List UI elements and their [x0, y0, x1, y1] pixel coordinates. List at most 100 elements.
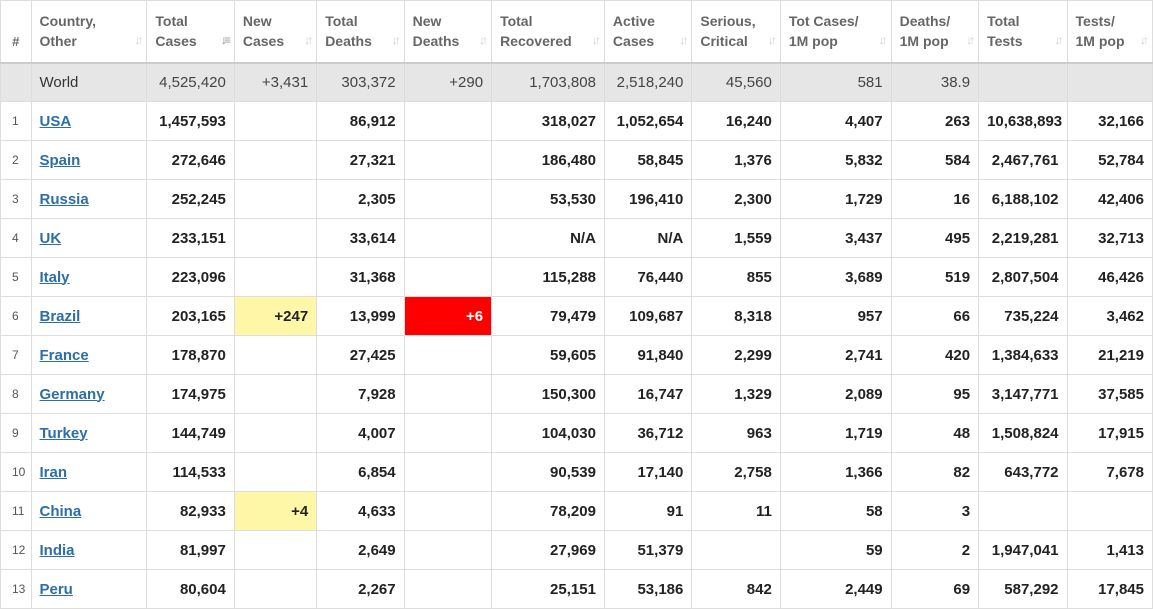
row-index: 10 — [0, 452, 32, 492]
cases-per-million-cell: 59 — [779, 530, 892, 570]
country-link[interactable]: India — [40, 542, 75, 559]
active-cases-cell: 58,845 — [603, 140, 693, 180]
deaths-per-million-cell: 263 — [890, 101, 980, 141]
country-cell: Turkey — [30, 413, 148, 453]
total-cases-cell: 223,096 — [146, 257, 235, 297]
table-row: 2 Spain 272,646 27,321 186,480 58,845 1,376 5,8… — [0, 140, 1153, 180]
total-cases-cell: 81,997 — [146, 530, 235, 570]
table-row: 5 Italy 223,096 31,368 115,288 76,440 855 3,689… — [0, 257, 1153, 297]
total-tests-cell — [978, 62, 1068, 102]
header-label-line1: Total — [500, 13, 533, 30]
tests-per-million-cell: 17,845 — [1066, 569, 1153, 609]
total-tests-cell: 2,219,281 — [978, 218, 1068, 258]
new-deaths-cell — [403, 374, 493, 414]
deaths-per-million-cell: 48 — [890, 413, 980, 453]
table-row: 7 France 178,870 27,425 59,605 91,840 2,299 2,7… — [0, 335, 1153, 375]
header-tests-per-million[interactable]: Tests/1M pop ↓↑ — [1066, 0, 1153, 64]
serious-critical-cell: 1,559 — [691, 218, 781, 258]
header-new-deaths[interactable]: New Deaths ↓↑ — [403, 0, 493, 64]
serious-critical-cell: 1,329 — [691, 374, 781, 414]
header-total-deaths[interactable]: Total Deaths ↓↑ — [316, 0, 405, 64]
country-link[interactable]: Russia — [40, 191, 89, 208]
sort-arrows-icon[interactable]: ↓↑ — [479, 30, 488, 50]
header-cases-per-million[interactable]: Tot Cases/1M pop ↓↑ — [779, 0, 892, 64]
header-country[interactable]: Country, Other ↓↑ — [30, 0, 148, 64]
table-row: 9 Turkey 144,749 4,007 104,030 36,712 963 1,719… — [0, 413, 1153, 453]
total-recovered-cell: 79,479 — [491, 296, 605, 336]
total-recovered-cell: 186,480 — [491, 140, 605, 180]
header-deaths-per-million[interactable]: Deaths/1M pop ↓↑ — [890, 0, 980, 64]
serious-critical-cell: 2,758 — [691, 452, 781, 492]
new-cases-cell — [233, 335, 318, 375]
active-cases-cell: 36,712 — [603, 413, 693, 453]
country-link[interactable]: Spain — [40, 152, 81, 169]
sort-arrows-icon[interactable]: ↓↑ — [1055, 30, 1064, 50]
total-deaths-cell: 27,425 — [316, 335, 405, 375]
total-recovered-cell: 115,288 — [491, 257, 605, 297]
sort-arrows-icon[interactable]: ↓↑ — [879, 30, 888, 50]
country-link[interactable]: China — [40, 503, 82, 520]
tests-per-million-cell: 32,713 — [1066, 218, 1153, 258]
deaths-per-million-cell: 420 — [890, 335, 980, 375]
sort-arrows-icon[interactable]: ↓↑ — [1140, 30, 1149, 50]
row-index: 1 — [0, 101, 32, 141]
total-tests-cell: 6,188,102 — [978, 179, 1068, 219]
cases-per-million-cell: 581 — [779, 62, 892, 102]
table-row: 4 UK 233,151 33,614 N/A N/A 1,559 3,437 495 2,219… — [0, 218, 1153, 258]
total-tests-cell: 2,807,504 — [978, 257, 1068, 297]
sort-arrows-icon[interactable]: ↓↑ — [392, 30, 401, 50]
sort-arrows-icon[interactable]: ↓↑ — [592, 30, 601, 50]
header-label-line2: Other — [39, 33, 77, 50]
sort-arrows-icon[interactable]: ↓↑ — [134, 30, 143, 50]
new-deaths-cell: +290 — [403, 62, 493, 102]
serious-critical-cell: 2,300 — [691, 179, 781, 219]
header-label-line1: Total — [155, 13, 188, 30]
cases-per-million-cell: 2,089 — [779, 374, 892, 414]
tests-per-million-cell: 37,585 — [1066, 374, 1153, 414]
tests-per-million-cell: 42,406 — [1066, 179, 1153, 219]
header-label-line2: Cases — [242, 33, 285, 50]
country-link[interactable]: Peru — [40, 581, 73, 598]
country-link[interactable]: Brazil — [40, 308, 81, 325]
cases-per-million-cell: 957 — [779, 296, 892, 336]
row-index: 8 — [0, 374, 32, 414]
total-deaths-cell: 27,321 — [316, 140, 405, 180]
country-link[interactable]: Italy — [40, 269, 70, 286]
country-link[interactable]: USA — [40, 113, 72, 130]
header-new-cases[interactable]: New Cases ↓↑ — [233, 0, 318, 64]
header-serious-critical[interactable]: Serious, Critical ↓↑ — [691, 0, 781, 64]
header-label-line2: Deaths — [412, 33, 460, 50]
sort-arrows-icon[interactable]: ↓↑ — [679, 30, 688, 50]
table-row: 3 Russia 252,245 2,305 53,530 196,410 2,300 1,7… — [0, 179, 1153, 219]
country-cell: USA — [30, 101, 148, 141]
header-label-line1: Total — [325, 13, 358, 30]
sort-desc-icon[interactable]: ↓≡ — [221, 30, 231, 50]
sort-arrows-icon[interactable]: ↓↑ — [304, 30, 313, 50]
cases-per-million-cell: 3,689 — [779, 257, 892, 297]
new-cases-cell — [233, 257, 318, 297]
sort-arrows-icon[interactable]: ↓↑ — [966, 30, 975, 50]
header-label-line2: 1M pop — [788, 33, 838, 50]
header-row: # Country, Other ↓↑ Total Cases ↓≡ New Cases ↓… — [0, 0, 1153, 64]
tests-per-million-cell: 32,166 — [1066, 101, 1153, 141]
tests-per-million-cell: 1,413 — [1066, 530, 1153, 570]
header-total-cases[interactable]: Total Cases ↓≡ — [146, 0, 235, 64]
header-total-recovered[interactable]: Total Recovered ↓↑ — [491, 0, 605, 64]
total-deaths-cell: 31,368 — [316, 257, 405, 297]
total-recovered-cell: 59,605 — [491, 335, 605, 375]
deaths-per-million-cell: 16 — [890, 179, 980, 219]
country-link[interactable]: France — [40, 347, 89, 364]
cases-per-million-cell: 1,366 — [779, 452, 892, 492]
total-tests-cell: 1,384,633 — [978, 335, 1068, 375]
country-link[interactable]: UK — [40, 230, 62, 247]
total-tests-cell: 3,147,771 — [978, 374, 1068, 414]
table-row: 6 Brazil 203,165 +247 13,999 +6 79,479 109,687 8… — [0, 296, 1153, 336]
header-active-cases[interactable]: Active Cases ↓↑ — [603, 0, 693, 64]
country-link[interactable]: Turkey — [40, 425, 88, 442]
country-link[interactable]: Germany — [40, 386, 105, 403]
serious-critical-cell: 16,240 — [691, 101, 781, 141]
active-cases-cell: 91,840 — [603, 335, 693, 375]
header-total-tests[interactable]: Total Tests ↓↑ — [978, 0, 1068, 64]
country-link[interactable]: Iran — [40, 464, 68, 481]
sort-arrows-icon[interactable]: ↓↑ — [768, 30, 777, 50]
